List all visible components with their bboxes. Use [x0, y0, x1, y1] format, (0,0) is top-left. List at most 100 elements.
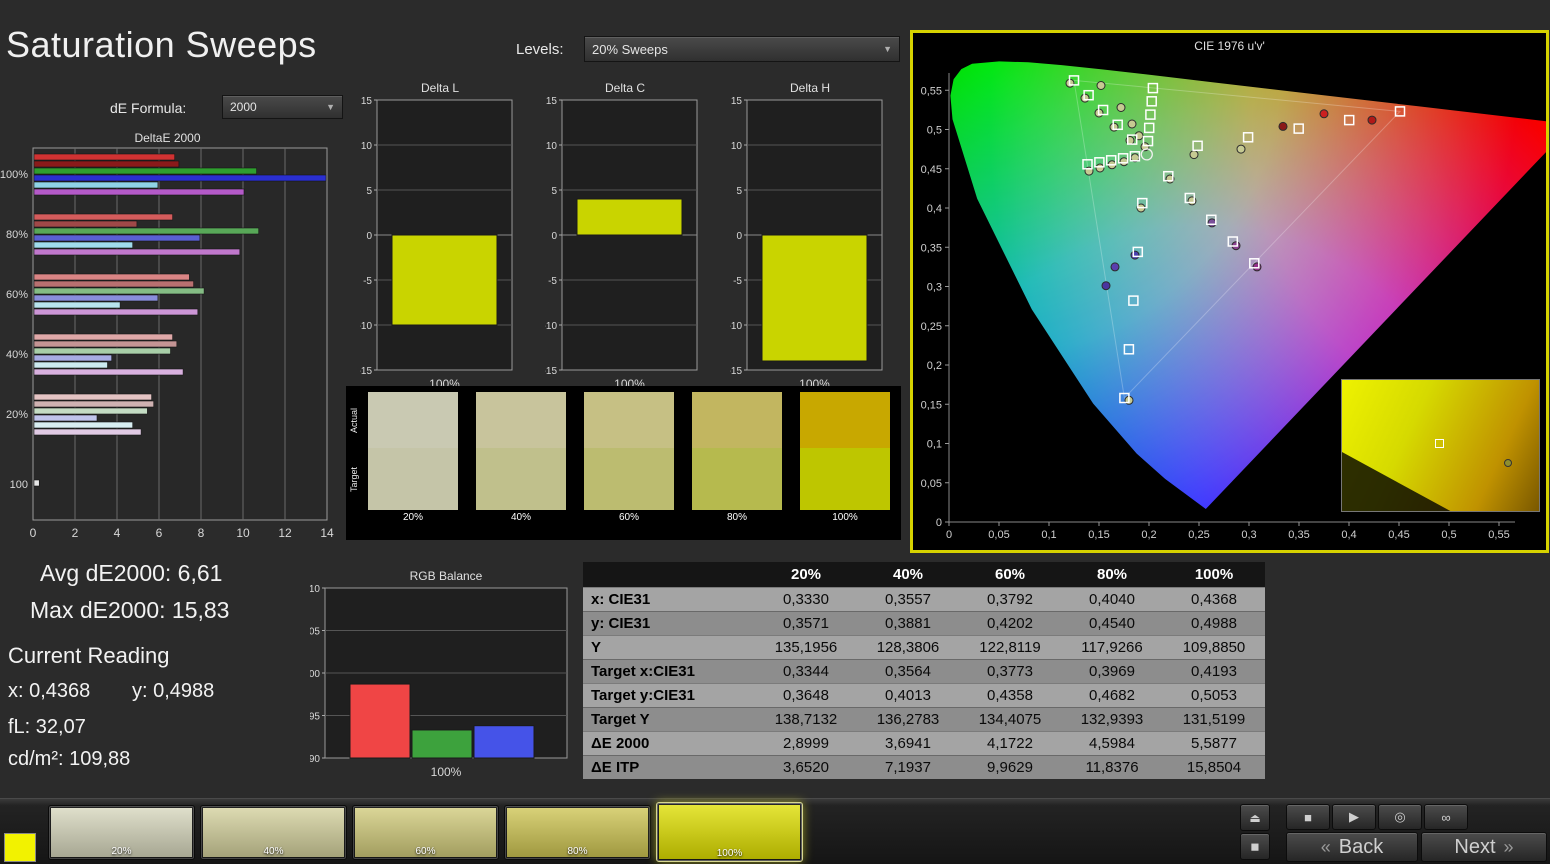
measurement-point [1111, 263, 1119, 271]
delta-h-plot: 151050-5-10-15100% [730, 96, 890, 392]
display-icon: ◼ [1250, 840, 1259, 853]
stop-icon: ■ [1304, 810, 1312, 825]
patch-label: 80% [505, 846, 650, 857]
target-swatch [692, 448, 782, 510]
rgb-bar-red [350, 684, 410, 758]
patch-button-60%[interactable]: 60% [352, 805, 499, 860]
current-color-swatch [4, 833, 36, 862]
delta-bar [392, 235, 497, 325]
delta-h-chart-title: Delta H [730, 80, 890, 96]
back-button[interactable]: « Back [1286, 832, 1418, 862]
measurement-point [1131, 251, 1139, 259]
de-bar [34, 422, 133, 428]
patch-label: 20% [49, 846, 194, 857]
play-icon: ▶ [1349, 809, 1359, 825]
eject-button[interactable]: ⏏ [1240, 804, 1270, 831]
svg-text:0,25: 0,25 [1188, 529, 1209, 541]
record-icon: ◎ [1394, 809, 1405, 825]
table-row: Y135,1956128,3806122,8119117,9266109,885… [583, 635, 1265, 659]
de-bar [34, 189, 244, 195]
de-bar [34, 401, 154, 407]
de-bar [34, 154, 175, 160]
svg-text:14: 14 [320, 526, 334, 540]
svg-text:10: 10 [361, 141, 373, 152]
measurement-table: 20%40%60%80%100%x: CIE310,33300,35570,37… [583, 562, 1265, 779]
svg-text:0,1: 0,1 [927, 439, 942, 451]
delta-l-chart-title: Delta L [360, 80, 520, 96]
svg-text:0: 0 [946, 529, 952, 541]
de-bar [34, 281, 194, 287]
de-bar [34, 228, 259, 234]
de-bar [34, 415, 97, 421]
svg-text:0,05: 0,05 [921, 478, 942, 490]
svg-text:-15: -15 [360, 366, 372, 377]
record-button[interactable]: ◎ [1378, 804, 1422, 830]
rgb-balance-chart-title: RGB Balance [310, 568, 582, 584]
svg-text:95: 95 [310, 712, 320, 723]
swatch-column-80%: 80% [692, 392, 782, 526]
measurement-point [1253, 263, 1261, 271]
de-bar [34, 214, 173, 220]
patch-button-80%[interactable]: 80% [504, 805, 651, 860]
display-button[interactable]: ◼ [1240, 833, 1270, 860]
de-formula-dropdown[interactable]: 2000 ▼ [222, 95, 343, 119]
delta-bar [577, 199, 682, 235]
bottom-bar: 20% 40% 60% 80% 100% ⏏ ◼ ■ ▶ ◎ ∞ « Back Next » [0, 798, 1550, 864]
max-de2000-stat: Max dE2000: 15,83 [30, 597, 229, 624]
svg-text:5: 5 [551, 186, 557, 197]
de-bar [34, 302, 120, 308]
measurement-point [1128, 120, 1136, 128]
rgb-bar-green [412, 730, 472, 758]
svg-text:0,35: 0,35 [921, 242, 942, 254]
patch-label: 40% [201, 846, 346, 857]
svg-text:0,4: 0,4 [1341, 529, 1356, 541]
inset-measured-point [1504, 459, 1512, 467]
levels-label: Levels: [516, 41, 564, 58]
loop-icon: ∞ [1441, 810, 1450, 825]
patch-button-40%[interactable]: 40% [200, 805, 347, 860]
page-title: Saturation Sweeps [6, 24, 317, 66]
loop-button[interactable]: ∞ [1424, 804, 1468, 830]
current-reading-title: Current Reading [8, 643, 169, 669]
svg-text:8: 8 [198, 526, 205, 540]
play-button[interactable]: ▶ [1332, 804, 1376, 830]
next-button[interactable]: Next » [1421, 832, 1547, 862]
svg-text:100%: 100% [0, 169, 28, 181]
actual-swatch [800, 392, 890, 448]
svg-text:0,55: 0,55 [921, 85, 942, 97]
svg-text:0,25: 0,25 [921, 321, 942, 333]
next-label: Next [1454, 836, 1495, 859]
svg-text:-10: -10 [730, 321, 742, 332]
measurement-point [1208, 219, 1216, 227]
de-bar [34, 288, 204, 294]
patch-button-20%[interactable]: 20% [48, 805, 195, 860]
levels-dropdown[interactable]: 20% Sweeps ▼ [584, 36, 900, 62]
de-bar [34, 274, 189, 280]
actual-swatch [368, 392, 458, 448]
table-row: x: CIE310,33300,35570,37920,40400,4368 [583, 587, 1265, 611]
de-bar [34, 168, 257, 174]
actual-swatch [692, 392, 782, 448]
svg-text:0: 0 [551, 231, 557, 242]
svg-text:0,3: 0,3 [1241, 529, 1256, 541]
svg-text:0,55: 0,55 [1488, 529, 1509, 541]
svg-text:6: 6 [156, 526, 163, 540]
de-bar [34, 369, 183, 375]
de-bar [34, 341, 177, 347]
svg-text:4: 4 [114, 526, 121, 540]
delta-bar [762, 235, 867, 361]
svg-text:100: 100 [310, 669, 320, 680]
measurement-point [1368, 116, 1376, 124]
svg-text:15: 15 [361, 96, 373, 107]
svg-text:0,15: 0,15 [1088, 529, 1109, 541]
inset-target-point [1435, 439, 1444, 448]
stop-button[interactable]: ■ [1286, 804, 1330, 830]
patch-button-100%[interactable]: 100% [656, 802, 803, 862]
measurement-point [1120, 158, 1128, 166]
table-row: ΔE 20002,89993,69414,17224,59845,5877 [583, 731, 1265, 755]
actual-row-label: Actual [349, 392, 359, 448]
current-reading-cdm2: cd/m²: 109,88 [8, 748, 130, 771]
measurement-point [1096, 164, 1104, 172]
svg-text:0,5: 0,5 [1441, 529, 1456, 541]
svg-text:-15: -15 [545, 366, 557, 377]
